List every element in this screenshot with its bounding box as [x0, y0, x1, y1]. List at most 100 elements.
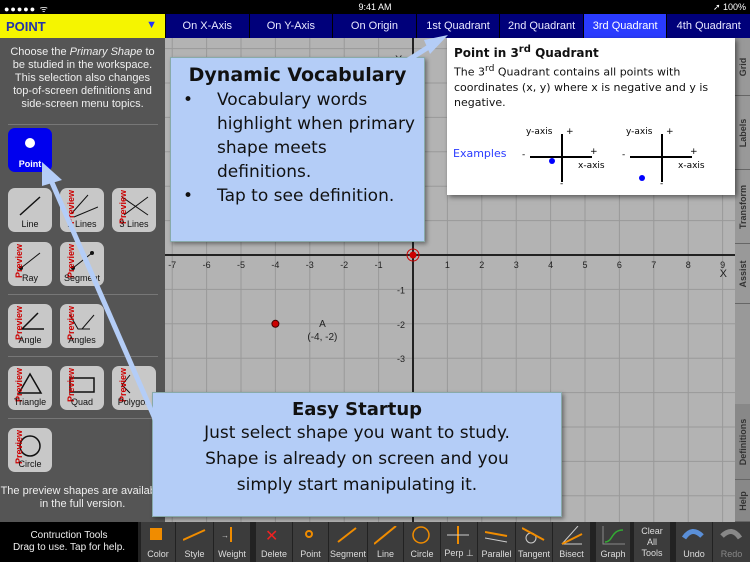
tool-label: Graph: [600, 549, 626, 559]
shape-button-ray[interactable]: Preview Ray: [8, 242, 52, 286]
shape-button-circle[interactable]: Preview Circle: [8, 428, 52, 472]
definition-title: Point in 3rd Quadrant: [454, 44, 599, 60]
redo-icon: [719, 529, 742, 540]
primary-shape-select[interactable]: POINT ▼: [0, 14, 165, 38]
shape-button-triangle[interactable]: Preview Triangle: [8, 366, 52, 410]
undo-icon: [682, 529, 704, 540]
svg-text:x-axis: x-axis: [678, 161, 705, 171]
shape-label: Quad: [70, 397, 94, 407]
tab-on-y-axis[interactable]: On Y-Axis: [249, 14, 333, 38]
point-label: A: [319, 319, 326, 330]
svg-text:→: →: [221, 531, 229, 540]
tool-circle[interactable]: Circle: [403, 522, 440, 562]
shape-button-quad[interactable]: Preview Quad: [60, 366, 104, 410]
tool-perp[interactable]: Perp ⊥: [440, 522, 477, 562]
tool-label: Undo: [683, 549, 705, 559]
tool-color[interactable]: Color: [140, 522, 175, 562]
tool-label: Style: [184, 549, 205, 559]
x-tick-label: -4: [271, 260, 279, 270]
line-icon: [19, 196, 41, 216]
example-point: [639, 175, 645, 181]
shape-button-segment[interactable]: Preview Segment: [60, 242, 104, 286]
vocabulary-tabs: On X-Axis On Y-Axis On Origin 1st Quadrant 2…: [165, 14, 750, 38]
tool-label: Bisect: [559, 549, 584, 559]
tool-label: Delete: [260, 549, 287, 559]
toolbar-help[interactable]: Contruction Tools Drag to use. Tap for he…: [0, 522, 138, 562]
svg-text:y-axis: y-axis: [626, 127, 653, 137]
shape-button-point[interactable]: Point: [8, 128, 52, 172]
shape-panel: Choose the Primary Shape to be studied i…: [0, 38, 165, 522]
tool-style[interactable]: Style: [175, 522, 213, 562]
tool-segment[interactable]: Segment: [328, 522, 367, 562]
shape-label: Line: [21, 219, 39, 229]
preview-note: The preview shapes are available in the …: [0, 485, 165, 510]
tool-label: Point: [300, 549, 321, 559]
tool-clear-all-tools[interactable]: Clear All Tools: [633, 522, 670, 562]
shape-button-polygon[interactable]: Preview Polygon: [112, 366, 156, 410]
tool-bisect[interactable]: Bisect: [552, 522, 590, 562]
shape-button-angles[interactable]: Preview Angles: [60, 304, 104, 348]
examples-link[interactable]: Examples: [453, 146, 506, 161]
shape-label: Point: [18, 159, 42, 169]
point-a[interactable]: [271, 319, 280, 328]
shape-label: Angles: [68, 335, 96, 345]
svg-text:-: -: [660, 179, 663, 186]
tool-label: Parallel: [481, 549, 512, 559]
tool-point[interactable]: Point: [292, 522, 328, 562]
tab-3rd-quadrant[interactable]: 3rd Quadrant: [583, 14, 667, 38]
shape-label: Angle: [18, 335, 42, 345]
svg-text:-: -: [560, 179, 563, 186]
tool-weight[interactable]: → Weight: [213, 522, 250, 562]
tool-undo[interactable]: Undo: [675, 522, 712, 562]
side-tab-help[interactable]: Help: [735, 480, 750, 522]
callout-line: Shape is already on screen and you: [205, 449, 509, 469]
dropdown-triangle-icon: ▼: [146, 19, 157, 31]
side-tab-transform[interactable]: Transform: [735, 170, 750, 244]
x-tick-label: 1: [445, 260, 450, 270]
tab-1st-quadrant[interactable]: 1st Quadrant: [416, 14, 500, 38]
tool-redo[interactable]: Redo: [712, 522, 750, 562]
selected-shape: POINT: [6, 19, 46, 34]
x-tick-label: -6: [203, 260, 211, 270]
x-tick-label: -2: [340, 260, 348, 270]
svg-text:+: +: [666, 127, 674, 137]
circle-icon: [412, 526, 430, 544]
tab-2nd-quadrant[interactable]: 2nd Quadrant: [500, 14, 583, 38]
tab-on-origin[interactable]: On Origin: [333, 14, 416, 38]
svg-text:✕: ✕: [265, 528, 278, 545]
shape-button-3-lines[interactable]: Preview 3 Lines: [112, 188, 156, 232]
side-tab-assist[interactable]: Assist: [735, 244, 750, 304]
tab-on-x-axis[interactable]: On X-Axis: [166, 14, 249, 38]
svg-text:+: +: [690, 147, 698, 157]
tool-label: Tangent: [517, 549, 551, 559]
shape-button-line[interactable]: Line: [8, 188, 52, 232]
parallel-icon: [484, 531, 507, 543]
tool-graph[interactable]: Graph: [595, 522, 630, 562]
tool-label: Circle: [410, 549, 434, 559]
x-tick-label: 6: [617, 260, 622, 270]
side-tab-definitions[interactable]: Definitions: [735, 404, 750, 480]
side-tab-grid[interactable]: Grid: [735, 38, 750, 96]
tool-label: Line: [376, 549, 394, 559]
construction-toolbar: Contruction Tools Drag to use. Tap for he…: [0, 522, 750, 562]
tool-line[interactable]: Line: [367, 522, 403, 562]
shape-button-2-lines[interactable]: Preview 2 Lines: [60, 188, 104, 232]
tool-parallel[interactable]: Parallel: [477, 522, 515, 562]
tool-label: Clear All Tools: [641, 526, 663, 558]
shape-label: Circle: [18, 459, 42, 469]
style-icon: [182, 529, 205, 541]
shape-button-angle[interactable]: Preview Angle: [8, 304, 52, 348]
status-bar: ●●●●● ᯤ 9:41 AM ➚ 100%: [0, 0, 750, 14]
tool-label: Redo: [720, 549, 743, 559]
tool-delete[interactable]: ✕ Delete: [255, 522, 292, 562]
x-tick-label: 2: [479, 260, 484, 270]
origin-point[interactable]: [409, 251, 417, 259]
svg-text:-: -: [522, 150, 525, 160]
side-tab-labels[interactable]: Labels: [735, 96, 750, 170]
tab-4th-quadrant[interactable]: 4th Quadrant: [667, 14, 750, 38]
tool-tangent[interactable]: Tangent: [515, 522, 552, 562]
shape-label: Triangle: [13, 397, 47, 407]
point-coords: (-4, -2): [307, 332, 337, 343]
svg-text:+: +: [590, 147, 598, 157]
bullet: Tap to see definition.: [179, 184, 416, 208]
